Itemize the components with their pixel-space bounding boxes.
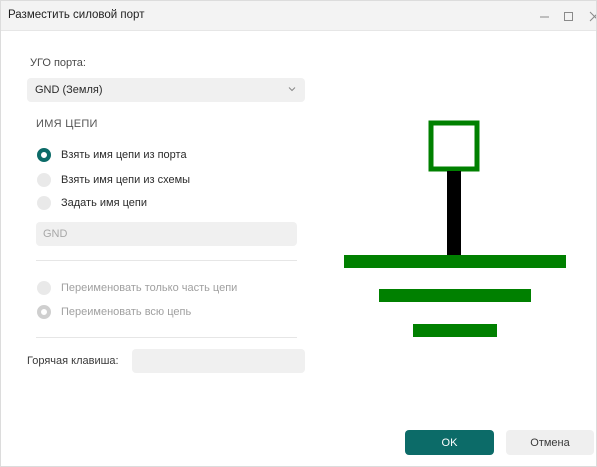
radio-indicator[interactable]: [37, 173, 51, 187]
port-symbol-label: УГО порта:: [30, 57, 86, 69]
radio-net-from-schematic[interactable]: Взять имя цепи из схемы: [37, 172, 190, 188]
divider: [36, 260, 297, 261]
cancel-button[interactable]: Отмена: [506, 430, 594, 455]
symbol-preview: [344, 120, 566, 337]
window-title: Разместить силовой порт: [8, 9, 145, 21]
net-name-value: GND: [43, 228, 68, 240]
ground-bar-middle: [379, 289, 531, 302]
maximize-icon: [563, 11, 573, 21]
port-stem-line: [447, 171, 461, 257]
radio-rename-part[interactable]: Переименовать только часть цепи: [37, 280, 237, 296]
radio-indicator[interactable]: [37, 148, 51, 162]
port-pin-square: [428, 120, 480, 172]
radio-indicator[interactable]: [37, 196, 51, 210]
chevron-down-icon: [288, 87, 296, 92]
radio-label: Задать имя цепи: [61, 197, 147, 209]
ground-bar-top: [344, 255, 566, 268]
net-name-section-title: ИМЯ ЦЕПИ: [36, 118, 98, 130]
radio-label: Переименовать всю цепь: [61, 306, 192, 318]
minimize-icon: [539, 16, 549, 17]
radio-rename-whole[interactable]: Переименовать всю цепь: [37, 304, 191, 320]
net-name-input[interactable]: GND: [36, 222, 297, 246]
radio-indicator[interactable]: [37, 305, 51, 319]
radio-label: Переименовать только часть цепи: [61, 282, 238, 294]
radio-set-net-name[interactable]: Задать имя цепи: [37, 195, 147, 211]
port-symbol-select[interactable]: GND (Земля): [27, 78, 305, 102]
radio-indicator[interactable]: [37, 281, 51, 295]
divider: [36, 337, 297, 338]
hotkey-label: Горячая клавиша:: [27, 355, 119, 367]
place-power-port-dialog: Разместить силовой порт УГО порта: GND (…: [0, 0, 597, 467]
port-symbol-value: GND (Земля): [35, 84, 103, 96]
title-bar: Разместить силовой порт: [1, 1, 596, 31]
ground-bar-bottom: [413, 324, 497, 337]
close-icon: [589, 11, 596, 21]
radio-net-from-port[interactable]: Взять имя цепи из порта: [37, 147, 187, 163]
radio-label: Взять имя цепи из схемы: [61, 174, 191, 186]
hotkey-input[interactable]: [132, 349, 305, 373]
radio-label: Взять имя цепи из порта: [61, 149, 187, 161]
ok-button[interactable]: OK: [405, 430, 494, 455]
close-button[interactable]: [579, 1, 596, 31]
